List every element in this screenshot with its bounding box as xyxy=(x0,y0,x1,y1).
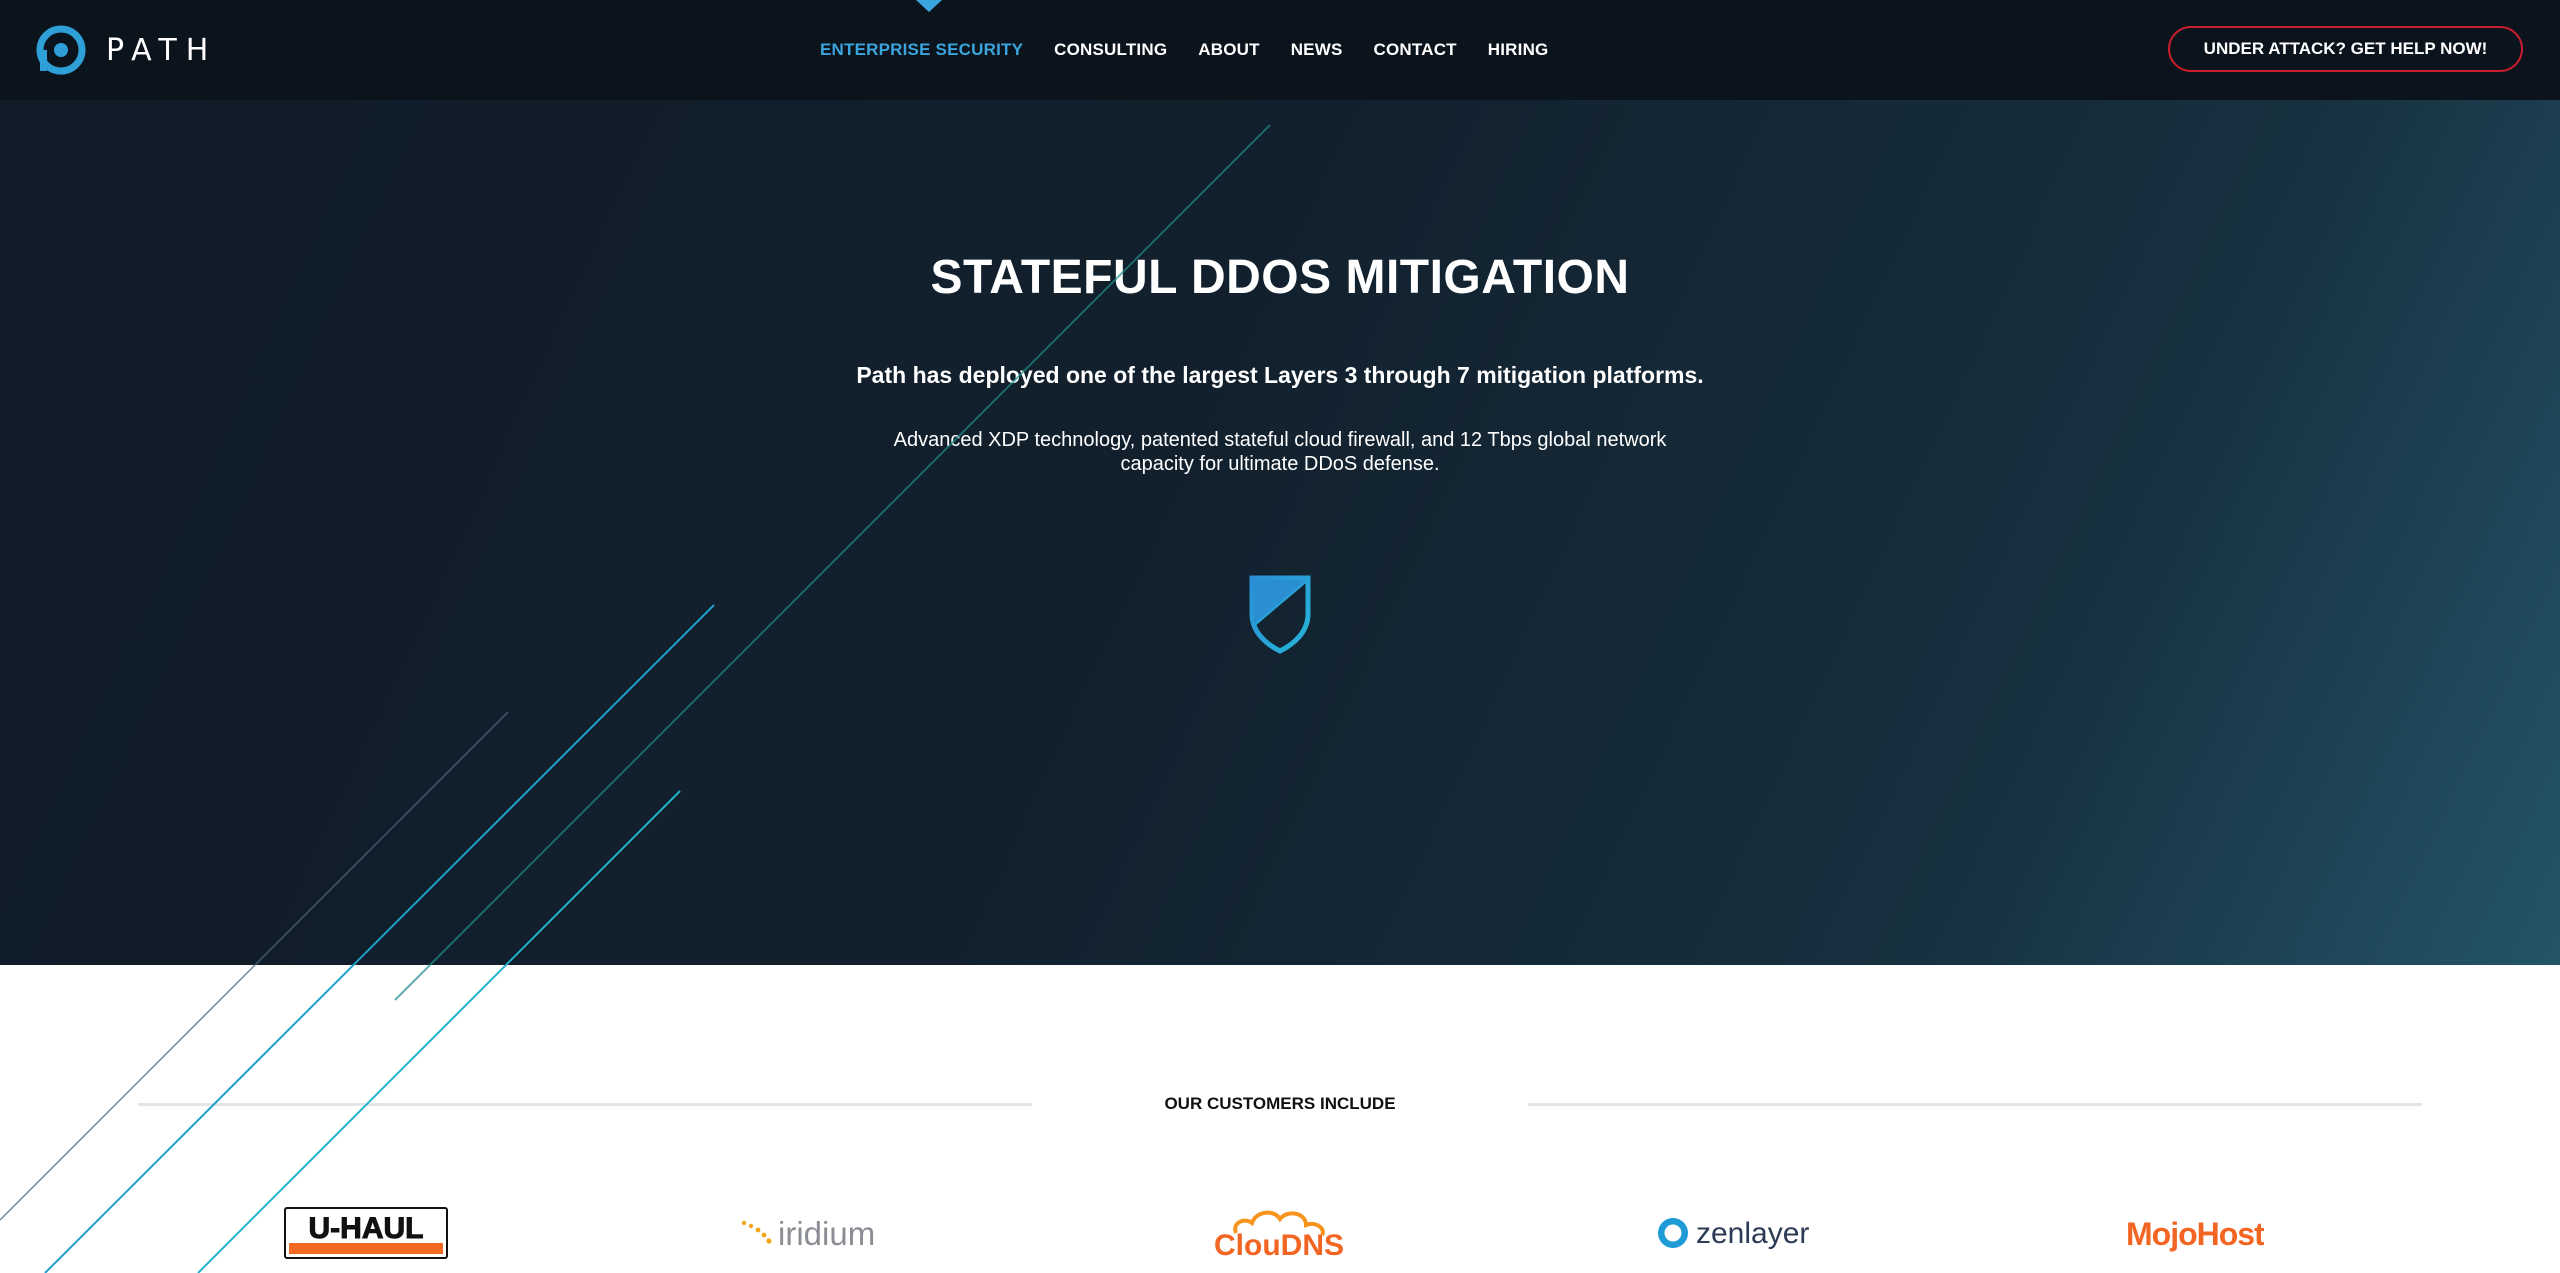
cloudns-logo: ClouDNS xyxy=(1214,1201,1346,1265)
logo-wordmark: PATH xyxy=(106,32,218,68)
hero-section: STATEFUL DDOS MITIGATION Path has deploy… xyxy=(0,100,2560,965)
svg-text:U-HAUL: U-HAUL xyxy=(309,1212,424,1245)
divider-right xyxy=(1528,1103,2422,1106)
svg-text:ClouDNS: ClouDNS xyxy=(1214,1229,1344,1262)
customers-section: OUR CUSTOMERS INCLUDE U-HAUL iridium Clo… xyxy=(0,965,2560,1273)
main-nav: ENTERPRISE SECURITY CONSULTING ABOUT NEW… xyxy=(820,0,1548,100)
nav-enterprise-security[interactable]: ENTERPRISE SECURITY xyxy=(820,40,1023,60)
nav-hiring[interactable]: HIRING xyxy=(1488,40,1549,60)
path-logo-icon xyxy=(36,25,86,75)
mojohost-logo: MojoHost xyxy=(2126,1201,2264,1265)
nav-about[interactable]: ABOUT xyxy=(1198,40,1259,60)
path-logo[interactable]: PATH xyxy=(36,24,217,76)
nav-consulting[interactable]: CONSULTING xyxy=(1054,40,1167,60)
iridium-logo: iridium xyxy=(740,1201,906,1265)
shield-icon xyxy=(1249,575,1311,654)
nav-contact[interactable]: CONTACT xyxy=(1374,40,1457,60)
hero-subtitle: Path has deployed one of the largest Lay… xyxy=(856,362,1704,388)
under-attack-help-button[interactable]: UNDER ATTACK? GET HELP NOW! xyxy=(2168,26,2523,72)
zenlayer-logo: zenlayer xyxy=(1654,1201,1820,1265)
svg-text:iridium: iridium xyxy=(778,1215,875,1252)
nav-news[interactable]: NEWS xyxy=(1291,40,1343,60)
top-navbar: PATH ENTERPRISE SECURITY CONSULTING ABOU… xyxy=(0,0,2560,100)
hero-title: STATEFUL DDOS MITIGATION xyxy=(930,251,1630,304)
svg-text:MojoHost: MojoHost xyxy=(2126,1216,2264,1252)
svg-text:zenlayer: zenlayer xyxy=(1696,1217,1809,1250)
hero-description: Advanced XDP technology, patented statef… xyxy=(893,429,1667,475)
customer-logos: U-HAUL iridium ClouDNS zenlayer MojoHost xyxy=(0,1201,2560,1273)
uhaul-logo: U-HAUL xyxy=(284,1201,448,1265)
